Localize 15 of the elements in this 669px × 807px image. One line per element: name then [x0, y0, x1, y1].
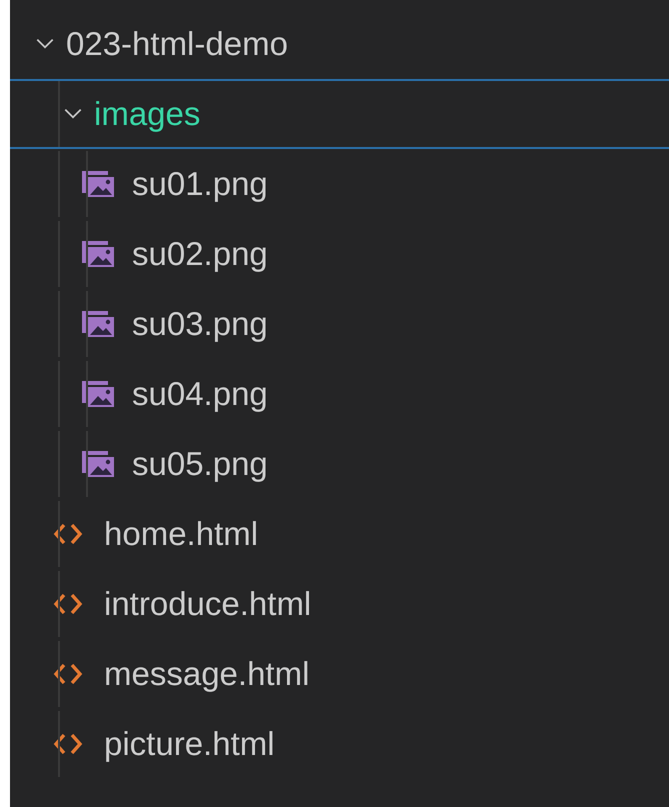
code-brackets-icon — [52, 521, 84, 547]
code-brackets-icon — [52, 591, 84, 617]
tree-item[interactable]: su01.png — [132, 165, 268, 203]
tree-item[interactable]: 023-html-demo — [66, 25, 288, 63]
tree-item[interactable]: picture.html — [104, 725, 275, 763]
code-brackets-icon — [52, 661, 84, 687]
tree-item[interactable]: su03.png — [132, 305, 268, 343]
code-brackets-icon — [52, 731, 84, 757]
tree-item[interactable]: home.html — [104, 515, 258, 553]
tree-item[interactable]: images — [94, 95, 200, 133]
tree-item[interactable]: su04.png — [132, 375, 268, 413]
tree-item[interactable]: su02.png — [132, 235, 268, 273]
tree-item[interactable]: introduce.html — [104, 585, 312, 623]
tree-item[interactable]: message.html — [104, 655, 310, 693]
tree-item[interactable]: su05.png — [132, 445, 268, 483]
